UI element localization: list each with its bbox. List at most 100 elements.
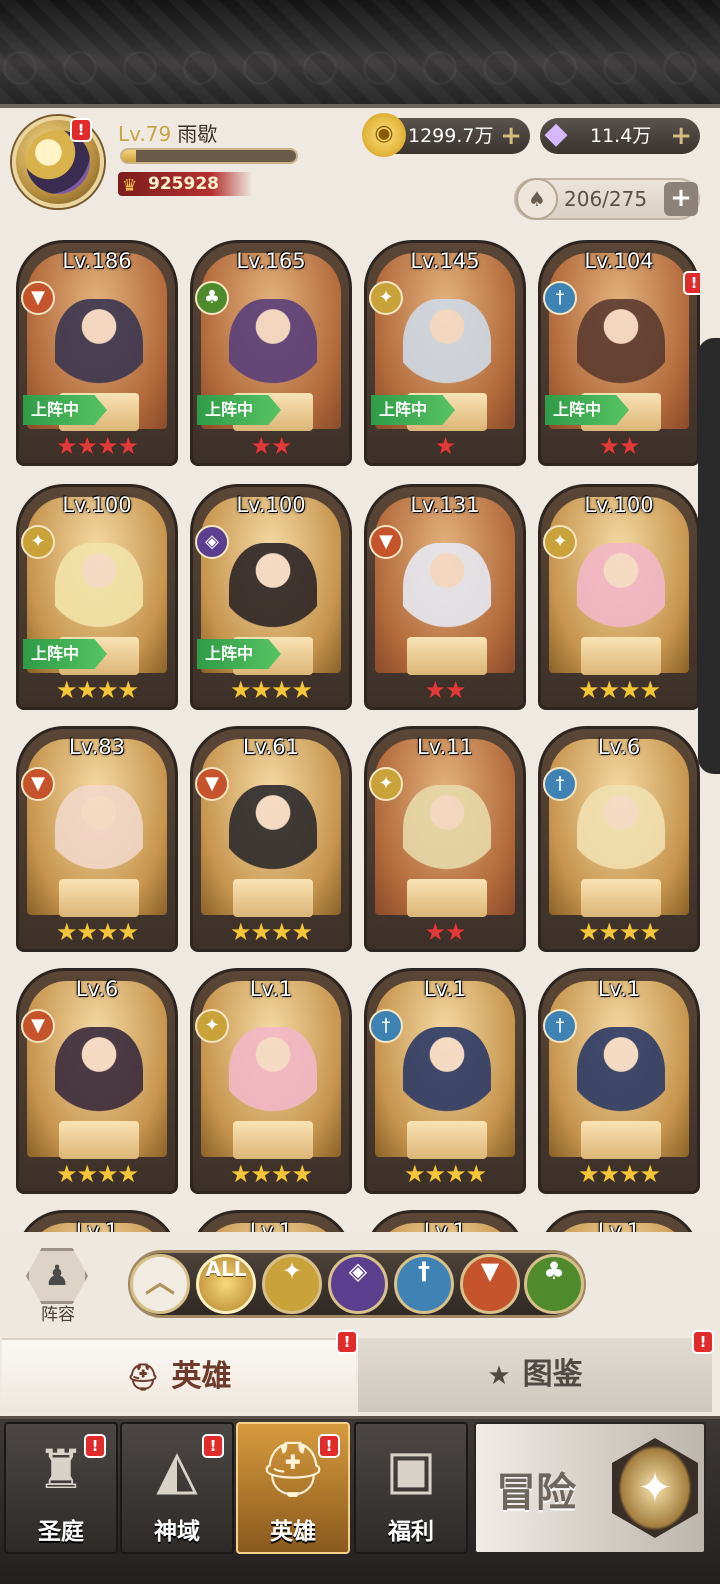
hero-card[interactable]: Lv.11 ✦ ★★ bbox=[364, 726, 526, 952]
top-banner bbox=[0, 0, 720, 108]
hero-level: Lv.61 bbox=[243, 735, 299, 759]
filter-nature-icon[interactable]: ♣ bbox=[524, 1254, 584, 1314]
hero-card[interactable]: Lv.1 † ★★★★ bbox=[538, 968, 700, 1194]
hero-stars: ★★★★ bbox=[55, 1160, 139, 1188]
gem-counter[interactable]: ◆ 11.4万 + bbox=[540, 116, 700, 154]
combat-power: ♛ 925928 bbox=[118, 172, 252, 196]
on-team-tag: 上阵中 bbox=[23, 395, 107, 425]
filter-collapse-chevron-icon[interactable]: ︿ bbox=[130, 1254, 190, 1314]
hero-level: Lv.1 bbox=[249, 1219, 293, 1232]
hero-stars: ★★ bbox=[424, 676, 466, 704]
hero-stars: ★★★★ bbox=[55, 676, 139, 704]
hero-stars: ★★★★ bbox=[577, 918, 661, 946]
hero-card[interactable]: Lv.61 ▼ ★★★★ bbox=[190, 726, 352, 952]
roster-capacity[interactable]: ♠ 206/275 + bbox=[514, 178, 700, 220]
on-team-tag: 上阵中 bbox=[545, 395, 629, 425]
nav-divine-realm-label: 神域 bbox=[154, 1519, 200, 1545]
hero-grid: Lv.186 ▼ 上阵中 ★★★★ Lv.165 ♣ 上阵中 ★★ Lv.145 ✦ 上阵中 ★ Lv.… bbox=[0, 236, 700, 1232]
hero-card[interactable]: Lv.131 ▼ ★★ bbox=[364, 484, 526, 710]
hero-pedestal bbox=[233, 879, 313, 917]
power-icon: ♛ bbox=[122, 176, 138, 196]
hero-card[interactable]: Lv.100 ◈ 上阵中 ★★★★ bbox=[190, 484, 352, 710]
gold-counter[interactable]: ◉ 1299.7万 + bbox=[362, 113, 530, 157]
hero-level: Lv.83 bbox=[69, 735, 125, 759]
hero-card[interactable]: Lv.1▼ bbox=[16, 1210, 178, 1232]
filter-all-button[interactable]: ALL bbox=[196, 1254, 256, 1314]
faction-light-icon: ✦ bbox=[369, 281, 403, 315]
hero-card[interactable]: Lv.1✦ bbox=[190, 1210, 352, 1232]
filter-light-icon[interactable]: ✦ bbox=[262, 1254, 322, 1314]
hero-card[interactable]: Lv.100 ✦ 上阵中 ★★★★ bbox=[16, 484, 178, 710]
hero-card[interactable]: Lv.6 † ★★★★ bbox=[538, 726, 700, 952]
hero-card[interactable]: Lv.1 † ★★★★ bbox=[364, 968, 526, 1194]
book-star-icon: ★ bbox=[487, 1361, 511, 1391]
hero-card[interactable]: Lv.145 ✦ 上阵中 ★ bbox=[364, 240, 526, 466]
faction-fox-icon: ▼ bbox=[21, 767, 55, 801]
nav-welfare[interactable]: ▣ 福利 bbox=[354, 1422, 468, 1554]
hero-level: Lv.1 bbox=[597, 977, 641, 1001]
side-handle[interactable] bbox=[698, 338, 720, 774]
gold-coin-icon: ◉ bbox=[362, 113, 406, 157]
hero-stars: ★★ bbox=[424, 918, 466, 946]
hero-card[interactable]: Lv.1† bbox=[364, 1210, 526, 1232]
nav-heroes-label: 英雄 bbox=[270, 1519, 316, 1545]
tab-codex[interactable]: ★ 图鉴 bbox=[358, 1338, 712, 1412]
hero-alert-badge: ! bbox=[683, 271, 700, 295]
combat-power-value: 925928 bbox=[148, 174, 219, 194]
hero-stars: ★★★★ bbox=[403, 1160, 487, 1188]
filter-dark-icon[interactable]: ◈ bbox=[328, 1254, 388, 1314]
hero-level: Lv.100 bbox=[584, 493, 654, 517]
hero-pedestal bbox=[407, 879, 487, 917]
tab-codex-alert: ! bbox=[692, 1330, 714, 1354]
filter-order-icon[interactable]: † bbox=[394, 1254, 454, 1314]
hero-pedestal bbox=[581, 637, 661, 675]
hero-pedestal bbox=[581, 1121, 661, 1159]
hero-level: Lv.165 bbox=[236, 249, 306, 273]
gold-value: 1299.7万 bbox=[408, 125, 494, 147]
tab-heroes[interactable]: ⛑ 英雄 bbox=[2, 1338, 356, 1412]
faction-light-icon: ✦ bbox=[21, 525, 55, 559]
faction-tree-icon: ♣ bbox=[195, 281, 229, 315]
player-name: 雨歇 bbox=[177, 122, 218, 146]
hero-card[interactable]: Lv.1† bbox=[538, 1210, 700, 1232]
faction-light-icon: ✦ bbox=[543, 525, 577, 559]
hero-stars: ★★★★ bbox=[577, 1160, 661, 1188]
gold-plus-icon[interactable]: + bbox=[500, 118, 522, 154]
hero-pedestal bbox=[233, 1121, 313, 1159]
avatar-alert-badge: ! bbox=[70, 118, 92, 142]
hero-card[interactable]: Lv.104 † 上阵中 ★★! bbox=[538, 240, 700, 466]
filter-beast-icon[interactable]: ▼ bbox=[460, 1254, 520, 1314]
hero-card[interactable]: Lv.165 ♣ 上阵中 ★★ bbox=[190, 240, 352, 466]
hero-card[interactable]: Lv.1 ✦ ★★★★ bbox=[190, 968, 352, 1194]
hero-level: Lv.1 bbox=[423, 977, 467, 1001]
gem-plus-icon[interactable]: + bbox=[670, 118, 692, 154]
faction-fox-icon: ▼ bbox=[21, 281, 55, 315]
nav-divine-realm-alert: ! bbox=[202, 1434, 224, 1458]
roster-plus-icon[interactable]: + bbox=[664, 182, 698, 216]
faction-fox-icon: ▼ bbox=[21, 1009, 55, 1043]
on-team-tag: 上阵中 bbox=[23, 639, 107, 669]
hero-pedestal bbox=[407, 637, 487, 675]
faction-fox-icon: ▼ bbox=[195, 767, 229, 801]
lineup-button[interactable]: ♟ 阵容 bbox=[22, 1248, 94, 1325]
hero-level: Lv.1 bbox=[423, 1219, 467, 1232]
hero-pedestal bbox=[581, 879, 661, 917]
hero-card[interactable]: Lv.83 ▼ ★★★★ bbox=[16, 726, 178, 952]
hero-level: Lv.186 bbox=[62, 249, 132, 273]
hero-card[interactable]: Lv.6 ▼ ★★★★ bbox=[16, 968, 178, 1194]
hero-pedestal bbox=[59, 879, 139, 917]
roster-value: 206/275 bbox=[564, 187, 648, 211]
nav-adventure[interactable]: 冒险 ✦ bbox=[474, 1422, 706, 1554]
faction-light-icon: ✦ bbox=[195, 1009, 229, 1043]
hero-level: Lv.1 bbox=[249, 977, 293, 1001]
player-level-name: Lv.79 雨歇 bbox=[118, 118, 217, 147]
on-team-tag: 上阵中 bbox=[197, 395, 281, 425]
hero-level: Lv.100 bbox=[236, 493, 306, 517]
hero-pedestal bbox=[407, 1121, 487, 1159]
hero-card[interactable]: Lv.100 ✦ ★★★★ bbox=[538, 484, 700, 710]
hero-card[interactable]: Lv.186 ▼ 上阵中 ★★★★ bbox=[16, 240, 178, 466]
nav-sanctuary-alert: ! bbox=[84, 1434, 106, 1458]
hero-level: Lv.11 bbox=[417, 735, 473, 759]
hero-stars: ★★ bbox=[598, 432, 640, 460]
chess-pawn-icon: ♟ bbox=[26, 1248, 88, 1304]
